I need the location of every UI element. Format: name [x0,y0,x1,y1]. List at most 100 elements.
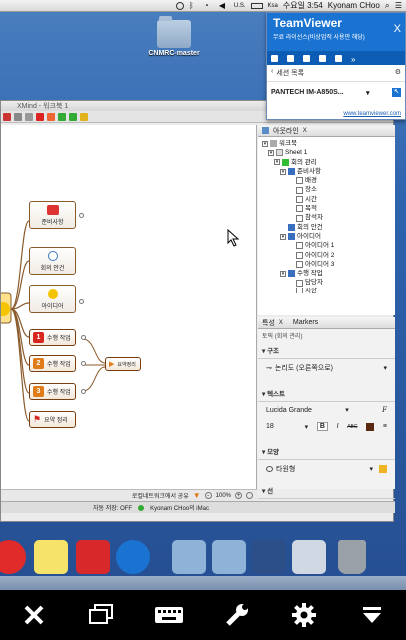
account-status[interactable]: Kyonam CHoo의 iMac [150,503,209,512]
teamviewer-icon[interactable] [116,540,150,574]
tree-item[interactable]: 아이디어 2 [262,251,395,260]
documents-folder-icon[interactable] [212,540,246,574]
bold-button[interactable]: B [316,422,328,431]
tree-item[interactable]: 목적 [262,204,395,213]
tree-item[interactable]: ▾ 아이디어 [262,232,395,241]
chevron-down-icon[interactable]: ▾ [366,89,370,97]
video-icon[interactable] [271,54,278,62]
undo-icon[interactable] [58,112,66,121]
section-structure[interactable]: ▾ 구조 [258,342,395,359]
volume-icon[interactable]: ◀ [219,1,229,10]
fill-color-swatch[interactable] [379,465,387,473]
toolbar-icon[interactable] [3,112,11,121]
close-icon[interactable]: X [279,320,283,326]
clock-icon[interactable] [175,1,184,10]
search-icon[interactable]: ⌕ [385,0,390,11]
mindmap-canvas[interactable]: 준비사항 회의 안건 아이디어 1 수행 작업 2 수행 작업 3 수행 작업 … [1,125,257,489]
user-name[interactable]: Kyonam CHoo [328,1,380,10]
topic-prep[interactable]: 준비사항 [29,201,76,229]
tab-markers[interactable]: Markers [293,319,318,326]
italic-button[interactable]: I [337,423,339,430]
tree-item[interactable]: 아이디어 3 [262,260,395,269]
tree-item[interactable]: ▾ 회의 관리 [262,158,395,167]
topic-task-1[interactable]: 1 수행 작업 [29,329,76,346]
align-icon[interactable]: ≡ [383,423,387,430]
topic-agenda[interactable]: 회의 안건 [29,247,76,275]
stickies-icon[interactable] [34,540,68,574]
zoom-in-icon[interactable]: + [235,492,242,499]
toolbar-icon[interactable] [36,112,44,121]
summary-topic[interactable]: ▶ 요약정리 [105,357,141,371]
more-icon[interactable]: » [351,55,355,64]
font-select[interactable]: Lucida Grande ▾ F [258,402,395,418]
close-button[interactable]: X [394,23,401,35]
session-list-header[interactable]: ‹ 세션 목록 ⚙ [267,65,405,82]
trash-icon[interactable] [338,540,366,574]
xmind-icon[interactable] [76,540,110,574]
gear-icon[interactable] [289,600,319,630]
expand-icon[interactable] [81,389,86,394]
expand-icon[interactable] [79,299,84,304]
autosave-status[interactable]: 자동 저장: OFF [93,503,132,512]
wifi-icon[interactable]: ◔ [204,1,214,10]
app-icon[interactable] [0,540,26,574]
close-icon[interactable]: X [303,128,307,134]
section-shape[interactable]: ▾ 모양 [258,443,395,460]
tab-properties[interactable]: 특성 [262,318,275,328]
structure-select[interactable]: ⊸ 논리도 (오른쪽으로) ▾ [258,359,395,377]
screen-icon[interactable] [335,54,342,62]
phone-icon[interactable] [287,54,294,62]
tree-item[interactable]: ▾ 워크북 [262,139,395,148]
font-size-value[interactable]: 18 [266,423,296,430]
filter-icon[interactable]: ▼ [193,491,201,500]
headset-icon[interactable] [303,54,310,62]
tree-item[interactable]: ▾ Sheet 1 [262,148,395,157]
tree-item[interactable]: 시간 [262,195,395,204]
downloads-icon[interactable] [252,540,286,574]
toolbar-icon[interactable] [25,112,33,121]
monitor-icon[interactable] [86,600,116,630]
topic-task-3[interactable]: 3 수행 작업 [29,383,76,400]
color-swatch[interactable] [366,422,375,431]
keyboard-icon[interactable] [154,600,184,630]
clock-text[interactable]: 수요일 3:54 [283,0,323,11]
tree-item[interactable]: 장소 [262,185,395,194]
tree-item[interactable]: ▾ 준비사항 [262,167,395,176]
tree-item[interactable]: 회의 안건 [262,223,395,232]
zoom-out-icon[interactable]: - [204,492,212,499]
applications-folder-icon[interactable] [172,540,206,574]
expand-icon[interactable] [79,213,84,218]
strikethrough-button[interactable]: ABC [347,424,357,430]
session-device[interactable]: PANTECH IM-A850S... ▾ ↖ [267,82,405,103]
connect-icon[interactable]: ↖ [392,88,401,97]
toolbar-icon[interactable] [47,112,55,121]
chevron-down-icon[interactable]: ▾ [305,423,309,431]
toolbar-icon[interactable] [80,112,88,121]
battery-icon[interactable] [250,2,263,9]
chat-icon[interactable] [319,54,326,62]
desktop-folder[interactable]: CNMRC-master [148,16,200,57]
redo-icon[interactable] [69,112,77,121]
input-flag[interactable]: U.S. [234,3,246,9]
teamviewer-link[interactable]: www.teamviewer.com [343,111,401,117]
toolbar-icon[interactable] [14,112,22,121]
hide-icon[interactable] [357,600,387,630]
tree-item[interactable]: 시한 [262,287,395,293]
tree-item[interactable]: ▾ 수행 작업 [262,269,395,278]
topic-task-2[interactable]: 2 수행 작업 [29,355,76,372]
window-thumbnail-icon[interactable] [292,540,326,574]
tree-item[interactable]: 참석자 [262,213,395,222]
section-text[interactable]: ▾ 텍스트 [258,385,395,402]
gear-icon[interactable]: ⚙ [395,68,401,78]
fit-icon[interactable] [246,492,253,499]
topic-ideas[interactable]: 아이디어 [29,285,76,313]
share-status[interactable]: 로컬네트워크에서 공유 [132,491,189,500]
tree-item[interactable]: 배경 [262,176,395,185]
wrench-icon[interactable] [222,600,252,630]
font-icon[interactable]: F [382,406,387,414]
zoom-level[interactable]: 100% [216,493,231,499]
shape-select[interactable]: 타원형 ▾ [258,460,395,478]
bluetooth-icon[interactable]: ᛒ [189,1,199,10]
tab-outline[interactable]: 아웃라인 X [258,125,395,137]
topic-summary[interactable]: ⚑ 요약 정리 [29,411,76,428]
